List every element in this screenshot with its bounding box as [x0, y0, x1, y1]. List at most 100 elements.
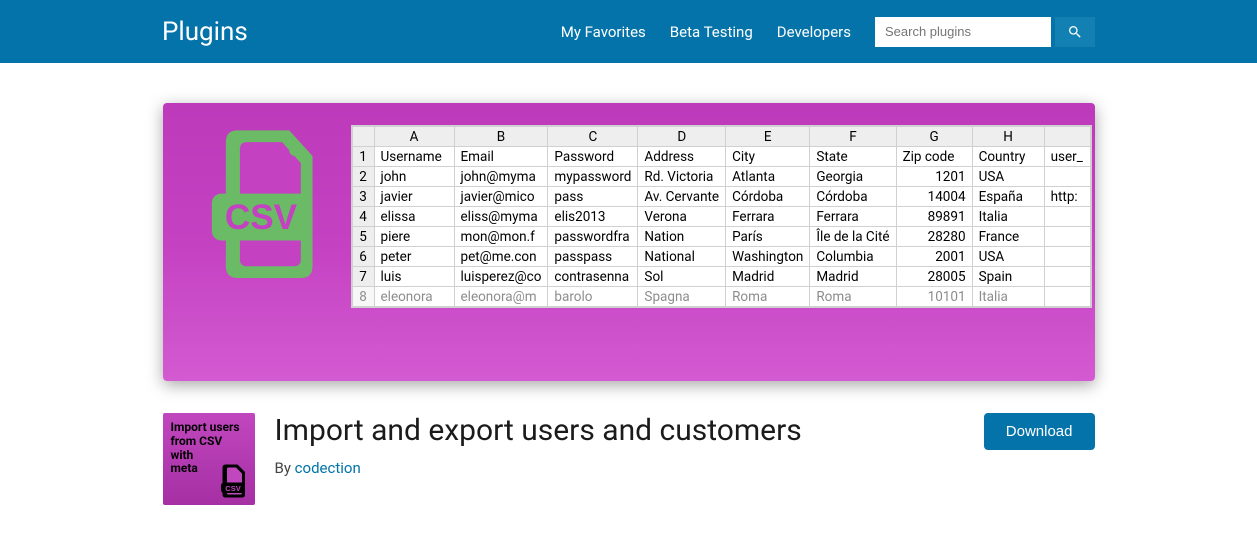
header-cell: Password	[548, 147, 638, 167]
header-cell: Zip code	[896, 147, 972, 167]
col-header: A	[374, 127, 454, 147]
cell	[1044, 167, 1090, 187]
search-input[interactable]	[875, 17, 1051, 47]
cell: España	[972, 187, 1044, 207]
header-cell: Email	[454, 147, 548, 167]
table-row: 2johnjohn@mymamypasswordRd. VictoriaAtla…	[352, 167, 1090, 187]
cell: USA	[972, 167, 1044, 187]
cell	[1044, 267, 1090, 287]
cell	[1044, 227, 1090, 247]
download-button[interactable]: Download	[984, 413, 1095, 450]
cell: luisperez@co	[454, 267, 548, 287]
cell: mon@mon.f	[454, 227, 548, 247]
cell: Rd. Victoria	[638, 167, 726, 187]
content: CSV ABCDEFGH1UsernameEmailPasswordAddres…	[163, 103, 1095, 505]
header-cell: Country	[972, 147, 1044, 167]
col-header: H	[972, 127, 1044, 147]
row-header: 4	[352, 207, 374, 227]
search-icon	[1067, 24, 1083, 40]
row-header: 1	[352, 147, 374, 167]
plugin-header-row: Import users from CSV with meta CSV Impo…	[163, 413, 1095, 505]
cell	[1044, 207, 1090, 227]
cell: Georgia	[810, 167, 896, 187]
cell: Île de la Cité	[810, 227, 896, 247]
cell: Av. Cervante	[638, 187, 726, 207]
cell: 14004	[896, 187, 972, 207]
cell: Verona	[638, 207, 726, 227]
cell: National	[638, 247, 726, 267]
cell: Washington	[726, 247, 810, 267]
table-row: 7luisluisperez@cocontrasennaSolMadridMad…	[352, 267, 1090, 287]
table-row: 8eleonoraeleonora@mbaroloSpagnaRomaRoma1…	[352, 287, 1090, 307]
cell: 28005	[896, 267, 972, 287]
nav-developers[interactable]: Developers	[777, 23, 851, 41]
cell: peter	[374, 247, 454, 267]
plugin-icon-text-line: from CSV	[171, 435, 247, 449]
plugin-icon-text-line: Import users	[171, 421, 247, 435]
title-block: Import and export users and customers By…	[275, 413, 964, 477]
nav-my-favorites[interactable]: My Favorites	[561, 23, 646, 41]
col-header	[1044, 127, 1090, 147]
plugin-title: Import and export users and customers	[275, 413, 964, 449]
cell: Spain	[972, 267, 1044, 287]
spreadsheet-preview: ABCDEFGH1UsernameEmailPasswordAddressCit…	[351, 125, 1092, 308]
byline-prefix: By	[275, 459, 295, 477]
cell: Ferrara	[726, 207, 810, 227]
cell: Madrid	[810, 267, 896, 287]
svg-text:CSV: CSV	[224, 198, 297, 237]
cell: http:	[1044, 187, 1090, 207]
col-header: D	[638, 127, 726, 147]
row-header: 5	[352, 227, 374, 247]
cell: elis2013	[548, 207, 638, 227]
author-link[interactable]: codection	[295, 459, 361, 477]
cell: Roma	[726, 287, 810, 307]
plugin-byline: By codection	[275, 459, 964, 477]
row-header: 3	[352, 187, 374, 207]
cell: javier	[374, 187, 454, 207]
plugin-banner: CSV ABCDEFGH1UsernameEmailPasswordAddres…	[163, 103, 1095, 381]
header-cell: State	[810, 147, 896, 167]
cell: pass	[548, 187, 638, 207]
cell: Madrid	[726, 267, 810, 287]
cell: passwordfra	[548, 227, 638, 247]
cell: Italia	[972, 287, 1044, 307]
col-header: C	[548, 127, 638, 147]
cell: javier@mico	[454, 187, 548, 207]
cell: eleonora@m	[454, 287, 548, 307]
cell: Italia	[972, 207, 1044, 227]
cell: USA	[972, 247, 1044, 267]
cell: 10101	[896, 287, 972, 307]
cell: john	[374, 167, 454, 187]
cell: passpass	[548, 247, 638, 267]
cell: 28280	[896, 227, 972, 247]
cell: contrasenna	[548, 267, 638, 287]
row-header: 6	[352, 247, 374, 267]
cell: elissa	[374, 207, 454, 227]
cell: eleonora	[374, 287, 454, 307]
header-cell: Address	[638, 147, 726, 167]
header-cell: user_	[1044, 147, 1090, 167]
cell	[1044, 247, 1090, 267]
nav-beta-testing[interactable]: Beta Testing	[670, 23, 753, 41]
csv-small-icon: CSV	[217, 463, 249, 499]
cell: piere	[374, 227, 454, 247]
cell: París	[726, 227, 810, 247]
cell: luis	[374, 267, 454, 287]
search-button[interactable]	[1055, 17, 1095, 47]
cell: Córdoba	[726, 187, 810, 207]
cell: eliss@myma	[454, 207, 548, 227]
table-row: 6peterpet@me.conpasspassNationalWashingt…	[352, 247, 1090, 267]
cell: john@myma	[454, 167, 548, 187]
cell: 1201	[896, 167, 972, 187]
col-header: E	[726, 127, 810, 147]
cell: Ferrara	[810, 207, 896, 227]
plugin-icon: Import users from CSV with meta CSV	[163, 413, 255, 505]
col-header: B	[454, 127, 548, 147]
cell: barolo	[548, 287, 638, 307]
csv-file-icon: CSV	[187, 121, 335, 285]
row-header: 8	[352, 287, 374, 307]
cell	[1044, 287, 1090, 307]
plugin-icon-text-line: with	[171, 449, 247, 463]
svg-text:CSV: CSV	[225, 484, 240, 493]
row-header: 2	[352, 167, 374, 187]
